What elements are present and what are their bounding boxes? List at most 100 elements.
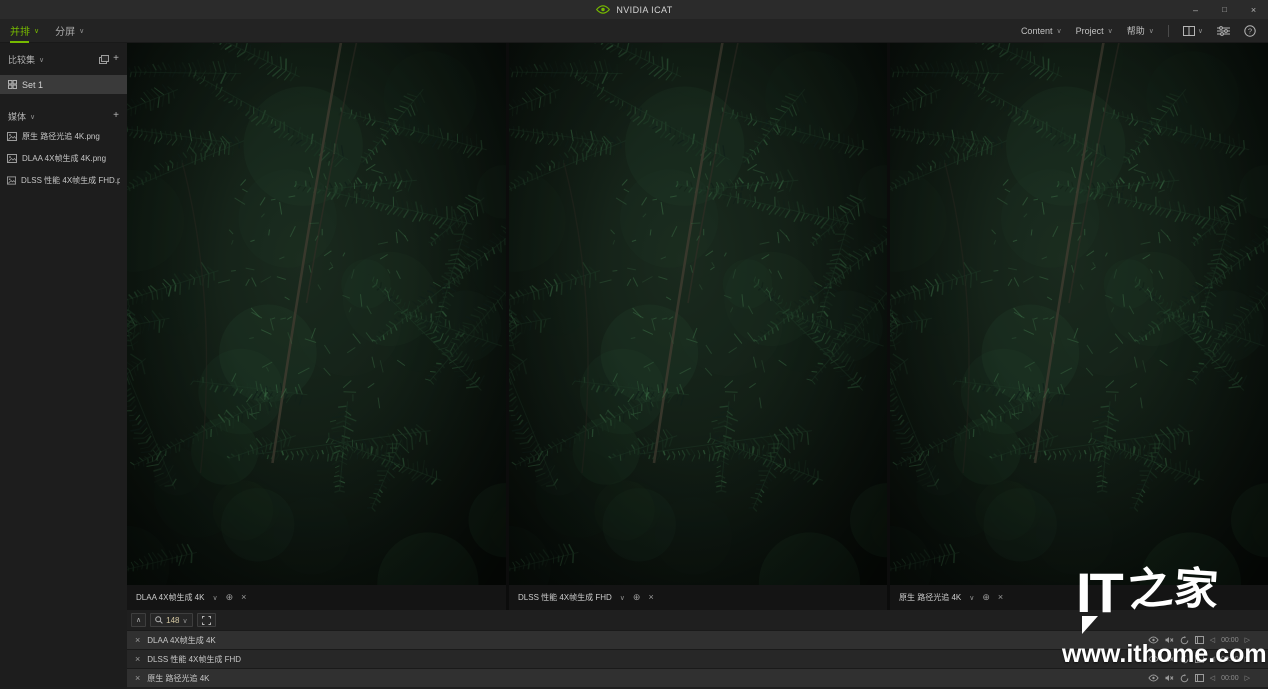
remove-media-icon[interactable]: × <box>135 636 140 645</box>
mute-audio-icon[interactable] <box>1165 636 1174 644</box>
media-row-native[interactable]: × 原生 路径光追 4K ◁ 00:00 ▷ <box>127 668 1268 687</box>
close-icon[interactable]: × <box>648 593 653 602</box>
media-row-dlaa[interactable]: × DLAA 4X帧生成 4K ◁ 00:00 ▷ <box>127 630 1268 649</box>
image-icon <box>7 154 17 163</box>
target-icon[interactable]: ⊕ <box>226 593 234 602</box>
collection-icon[interactable] <box>99 55 109 64</box>
tab-split-screen-label: 分屏 <box>55 23 75 38</box>
timecode: 00:00 <box>1221 656 1239 663</box>
sidebar: 比较集 ∨ + Set 1 媒体 ∨ + 原生 路径光追 4K.png <box>0 43 127 689</box>
comparison-image-1[interactable] <box>127 43 506 585</box>
timecode: 00:00 <box>1221 637 1239 644</box>
add-set-button[interactable]: + <box>113 54 119 64</box>
loop-icon[interactable] <box>1180 674 1189 683</box>
visibility-eye-icon[interactable] <box>1148 655 1159 663</box>
media-item-dlss[interactable]: DLSS 性能 4X帧生成 FHD.png <box>0 170 127 190</box>
media-row-label: 原生 路径光追 4K <box>147 673 209 684</box>
bottom-toolbar: ∧ 148 ∨ <box>127 610 1268 630</box>
step-forward-icon[interactable]: ▷ <box>1245 656 1250 663</box>
loop-icon[interactable] <box>1180 655 1189 664</box>
nvidia-logo-icon <box>595 4 611 15</box>
chevron-down-icon[interactable]: ∨ <box>212 595 217 602</box>
panel-media-label: DLAA 4X帧生成 4K <box>136 592 204 603</box>
panel-media-label: 原生 路径光追 4K <box>899 592 961 603</box>
menu-bar: 并排 ∨ 分屏 ∨ Content ∨ Project ∨ 帮助 ∨ ∨ <box>0 19 1268 43</box>
media-list-panel: ∧ 148 ∨ × DLAA 4X帧生成 4K <box>127 610 1268 689</box>
tab-side-by-side-label: 并排 <box>10 23 30 38</box>
media-item-label: DLSS 性能 4X帧生成 FHD.png <box>21 175 120 186</box>
close-button[interactable]: × <box>1239 0 1268 19</box>
media-item-label: DLAA 4X帧生成 4K.png <box>22 153 106 164</box>
sliders-icon <box>1217 26 1230 36</box>
media-item-native[interactable]: 原生 路径光追 4K.png <box>0 126 127 146</box>
foliage-image <box>127 43 506 585</box>
comparison-image-3[interactable] <box>890 43 1268 585</box>
remove-media-icon[interactable]: × <box>135 674 140 683</box>
menu-project-label: Project <box>1076 26 1104 36</box>
loop-icon[interactable] <box>1180 636 1189 645</box>
divider <box>1168 25 1169 37</box>
viewer-panel-2[interactable]: DLSS 性能 4X帧生成 FHD ∨ ⊕ × <box>509 43 887 610</box>
comparison-set-header[interactable]: 比较集 ∨ + <box>0 51 127 67</box>
help-button[interactable]: ? <box>1244 25 1256 37</box>
viewer-panel-1[interactable]: DLAA 4X帧生成 4K ∨ ⊕ × <box>127 43 506 610</box>
fit-to-screen-button[interactable] <box>197 613 216 627</box>
comparison-viewer: DLAA 4X帧生成 4K ∨ ⊕ × DLSS 性能 4X帧生成 FHD ∨ … <box>127 43 1268 610</box>
timecode: 00:00 <box>1221 675 1239 682</box>
chevron-down-icon: ∨ <box>1056 28 1061 35</box>
zoom-level-value: 148 <box>166 616 179 625</box>
restore-button[interactable]: □ <box>1210 0 1239 19</box>
chevron-down-icon[interactable]: ∨ <box>620 595 625 602</box>
step-back-icon[interactable]: ◁ <box>1210 675 1215 682</box>
adjustments-button[interactable] <box>1217 26 1230 36</box>
menu-project[interactable]: Project ∨ <box>1076 26 1113 36</box>
media-header[interactable]: 媒体 ∨ + <box>0 108 127 124</box>
chevron-down-icon: ∨ <box>1149 28 1154 35</box>
step-forward-icon[interactable]: ▷ <box>1245 637 1250 644</box>
close-icon[interactable]: × <box>998 593 1003 602</box>
comparison-image-2[interactable] <box>509 43 887 585</box>
tab-side-by-side[interactable]: 并排 ∨ <box>10 19 39 43</box>
minimize-button[interactable]: – <box>1181 0 1210 19</box>
layout-selector[interactable]: ∨ <box>1183 26 1203 36</box>
collapse-panel-button[interactable]: ∧ <box>131 613 146 627</box>
step-back-icon[interactable]: ◁ <box>1210 637 1215 644</box>
menu-help-label: 帮助 <box>1127 24 1145 37</box>
set-grid-icon <box>8 80 17 89</box>
target-icon[interactable]: ⊕ <box>982 593 990 602</box>
visibility-eye-icon[interactable] <box>1148 674 1159 682</box>
media-item-dlaa[interactable]: DLAA 4X帧生成 4K.png <box>0 148 127 168</box>
panel-media-label: DLSS 性能 4X帧生成 FHD <box>518 592 612 603</box>
set-item-label: Set 1 <box>22 80 43 90</box>
panel-label-bar-3: 原生 路径光追 4K ∨ ⊕ × <box>890 585 1268 610</box>
frame-box-icon[interactable] <box>1195 655 1204 663</box>
remove-media-icon[interactable]: × <box>135 655 140 664</box>
chevron-down-icon: ∨ <box>182 618 187 625</box>
close-icon[interactable]: × <box>241 593 246 602</box>
chevron-down-icon: ∨ <box>39 57 44 64</box>
fit-screen-icon <box>202 616 211 625</box>
mute-audio-icon[interactable] <box>1165 674 1174 682</box>
chevron-down-icon: ∨ <box>30 114 35 121</box>
add-media-button[interactable]: + <box>113 111 119 121</box>
mute-audio-icon[interactable] <box>1165 655 1174 663</box>
help-circle-icon: ? <box>1244 25 1256 37</box>
menu-help[interactable]: 帮助 ∨ <box>1127 24 1154 37</box>
sidebar-item-set1[interactable]: Set 1 <box>0 75 127 94</box>
media-row-dlss[interactable]: × DLSS 性能 4X帧生成 FHD ◁ 00:00 ▷ <box>127 649 1268 668</box>
step-forward-icon[interactable]: ▷ <box>1245 675 1250 682</box>
menu-content-label: Content <box>1021 26 1053 36</box>
frame-box-icon[interactable] <box>1195 636 1204 644</box>
chevron-down-icon[interactable]: ∨ <box>969 595 974 602</box>
step-back-icon[interactable]: ◁ <box>1210 656 1215 663</box>
image-icon <box>7 132 17 141</box>
target-icon[interactable]: ⊕ <box>633 593 641 602</box>
menu-content[interactable]: Content ∨ <box>1021 26 1062 36</box>
frame-box-icon[interactable] <box>1195 674 1204 682</box>
tab-split-screen[interactable]: 分屏 ∨ <box>55 19 84 43</box>
viewer-panel-3[interactable]: 原生 路径光追 4K ∨ ⊕ × <box>890 43 1268 610</box>
zoom-control[interactable]: 148 ∨ <box>150 613 192 627</box>
chevron-down-icon: ∨ <box>79 28 84 35</box>
visibility-eye-icon[interactable] <box>1148 636 1159 644</box>
window-title: NVIDIA ICAT <box>616 5 672 15</box>
